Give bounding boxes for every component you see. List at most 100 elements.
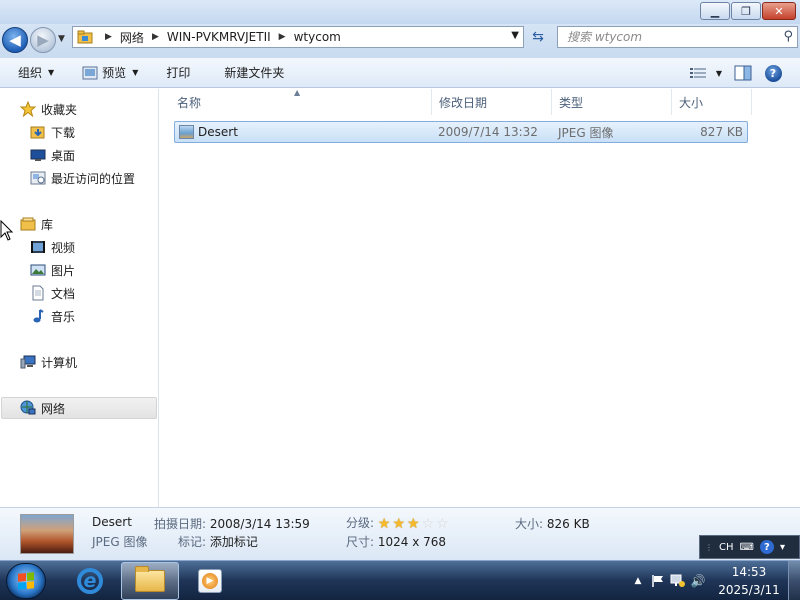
sidebar-item-label: 库: [41, 217, 54, 232]
video-icon: [30, 239, 46, 255]
breadcrumb-network[interactable]: 网络: [120, 29, 144, 46]
window-controls: ▁ ❐ ✕: [700, 2, 796, 20]
organize-button[interactable]: 组织 ▼: [10, 62, 62, 84]
tags-value[interactable]: 添加标记: [210, 535, 258, 549]
clock[interactable]: 14:53 2025/3/11: [714, 563, 784, 599]
langbar-options-icon[interactable]: ▾: [780, 542, 785, 553]
input-language[interactable]: CH: [719, 542, 734, 553]
start-button[interactable]: [6, 563, 46, 599]
minimize-button[interactable]: ▁: [700, 2, 730, 20]
help-icon[interactable]: ?: [759, 540, 774, 554]
sidebar-item-computer[interactable]: 计算机: [20, 352, 77, 372]
show-hidden-icons-button[interactable]: ▲: [628, 571, 648, 591]
file-thumbnail: [20, 514, 74, 554]
clock-date: 2025/3/11: [718, 583, 780, 597]
star-filled-icon[interactable]: ★: [392, 517, 405, 531]
view-controls: ▼ ?: [686, 58, 800, 88]
star-icon: [20, 101, 36, 117]
preview-label: 预览: [102, 66, 127, 80]
sidebar-item-music[interactable]: 音乐: [30, 306, 75, 326]
breadcrumb-computer[interactable]: WIN-PVKMRVJETII: [167, 30, 271, 44]
taskbar-media-player[interactable]: ▶: [181, 562, 239, 600]
grip-icon[interactable]: ⋮: [705, 543, 713, 552]
sidebar-item-desktop[interactable]: 桌面: [30, 145, 75, 165]
show-desktop-button[interactable]: [788, 561, 800, 600]
change-view-button[interactable]: ▼: [686, 62, 726, 84]
refresh-button[interactable]: ⇆: [527, 26, 549, 48]
sidebar-item-downloads[interactable]: 下载: [30, 122, 75, 142]
file-type: JPEG 图像: [558, 125, 614, 140]
breadcrumb: ▶ 网络 ▶ WIN-PVKMRVJETII ▶ wtycom: [97, 29, 341, 46]
address-history-dropdown[interactable]: ▼: [511, 30, 519, 41]
detail-size: 大小: 826 KB: [515, 515, 590, 532]
close-button[interactable]: ✕: [762, 2, 796, 20]
column-header-name[interactable]: 名称 ▲: [160, 88, 432, 115]
rating-stars[interactable]: ★ ★ ★ ☆ ☆: [378, 517, 449, 531]
chevron-down-icon: ▼: [132, 68, 139, 77]
sidebar-item-libraries[interactable]: 库: [20, 214, 53, 234]
preview-pane-icon: [734, 65, 752, 81]
size-label: 大小:: [515, 517, 544, 531]
star-filled-icon[interactable]: ★: [407, 517, 420, 531]
recent-places-icon: [30, 170, 46, 186]
network-folder-icon: [77, 30, 93, 44]
recent-pages-dropdown[interactable]: ▼: [58, 34, 65, 44]
breadcrumb-share[interactable]: wtycom: [294, 30, 341, 44]
view-details-icon: [689, 68, 706, 78]
breadcrumb-separator-icon[interactable]: ▶: [279, 32, 286, 42]
sidebar-item-videos[interactable]: 视频: [30, 237, 75, 257]
search-icon[interactable]: ⚲: [783, 29, 793, 44]
column-header-modified[interactable]: 修改日期: [432, 89, 552, 115]
network-status-icon[interactable]: [668, 571, 688, 591]
volume-icon[interactable]: 🔊: [688, 571, 708, 591]
forward-button[interactable]: ▶: [30, 27, 56, 53]
navigation-pane: 收藏夹 下载 桌面 最近访问的位置 库 视频 图片 文档 音乐 计算机 网络: [0, 89, 159, 507]
detail-file-name: Desert: [92, 515, 132, 529]
column-header-type[interactable]: 类型: [552, 89, 672, 115]
internet-explorer-icon: e: [77, 568, 103, 594]
back-button[interactable]: ◀: [2, 27, 28, 53]
pictures-icon: [30, 262, 46, 278]
music-note-icon: [30, 308, 46, 324]
star-filled-icon[interactable]: ★: [378, 517, 391, 531]
size-value: 826 KB: [546, 517, 590, 531]
help-button[interactable]: ?: [760, 62, 786, 84]
taskbar-windows-explorer[interactable]: [121, 562, 179, 600]
sidebar-item-pictures[interactable]: 图片: [30, 260, 75, 280]
breadcrumb-separator-icon[interactable]: ▶: [105, 32, 112, 42]
preview-button[interactable]: 预览 ▼: [74, 62, 146, 84]
desktop-icon: [30, 147, 46, 163]
new-folder-button[interactable]: 新建文件夹: [216, 62, 292, 84]
file-row[interactable]: Desert 2009/7/14 13:32 JPEG 图像 827 KB: [174, 121, 748, 143]
date-taken-label: 拍摄日期:: [154, 517, 207, 531]
address-bar[interactable]: ▶ 网络 ▶ WIN-PVKMRVJETII ▶ wtycom ▼: [72, 26, 524, 48]
dimensions-value: 1024 x 768: [377, 535, 447, 549]
sidebar-item-recent-places[interactable]: 最近访问的位置: [30, 168, 135, 188]
print-button[interactable]: 打印: [158, 62, 198, 84]
media-player-icon: ▶: [198, 569, 222, 593]
search-input[interactable]: [567, 30, 767, 44]
sidebar-item-documents[interactable]: 文档: [30, 283, 75, 303]
sidebar-item-label: 视频: [51, 240, 76, 255]
action-center-flag-icon[interactable]: [648, 571, 668, 591]
navigation-bar: ◀ ▶ ▼ ▶ 网络 ▶ WIN-PVKMRVJETII ▶ wtycom ▼ …: [0, 24, 800, 58]
file-size: 827 KB: [700, 125, 743, 139]
column-header-size[interactable]: 大小: [672, 89, 752, 115]
libraries-icon: [20, 216, 36, 232]
detail-dimensions: 尺寸: 1024 x 768: [346, 533, 446, 550]
sidebar-item-label: 收藏夹: [41, 102, 78, 117]
sidebar-item-favorites[interactable]: 收藏夹: [20, 99, 77, 119]
sidebar-item-network[interactable]: 网络: [1, 397, 157, 419]
star-empty-icon[interactable]: ☆: [422, 517, 435, 531]
breadcrumb-separator-icon[interactable]: ▶: [152, 32, 159, 42]
star-empty-icon[interactable]: ☆: [436, 517, 449, 531]
keyboard-icon[interactable]: ⌨: [740, 542, 754, 553]
sidebar-item-label: 桌面: [51, 148, 76, 163]
detail-tags: 标记: 添加标记: [178, 533, 258, 550]
search-box[interactable]: ⚲: [557, 26, 798, 48]
preview-pane-button[interactable]: [730, 62, 756, 84]
network-icon: [20, 400, 36, 416]
maximize-button[interactable]: ❐: [731, 2, 761, 20]
taskbar-internet-explorer[interactable]: e: [61, 562, 119, 600]
chevron-down-icon: ▼: [48, 68, 55, 77]
